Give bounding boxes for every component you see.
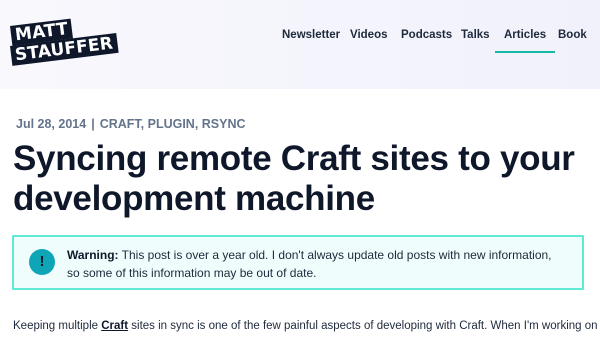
exclamation-icon: ! bbox=[29, 249, 55, 275]
post-meta: Jul 28, 2014 | CRAFT, PLUGIN, RSYNC bbox=[16, 117, 246, 131]
nav-item-book[interactable]: Book bbox=[558, 26, 587, 52]
post-title: Syncing remote Craft sites to your devel… bbox=[13, 139, 575, 218]
nav-item-talks[interactable]: Talks bbox=[461, 26, 490, 52]
post-intro: Keeping multiple Craft sites in sync is … bbox=[13, 320, 600, 332]
craft-link[interactable]: Craft bbox=[101, 320, 128, 332]
nav-item-newsletter[interactable]: Newsletter bbox=[282, 26, 340, 52]
intro-text-after: sites in sync is one of the few painful … bbox=[128, 320, 600, 332]
site-header: MATT STAUFFER Newsletter Videos Podcasts… bbox=[0, 0, 600, 89]
warning-callout: ! Warning: This post is over a year old.… bbox=[12, 235, 584, 290]
post-date: Jul 28, 2014 bbox=[16, 117, 87, 131]
warning-message: This post is over a year old. I don't al… bbox=[67, 248, 552, 280]
meta-separator: | bbox=[91, 117, 95, 131]
nav-item-articles[interactable]: Articles bbox=[494, 26, 556, 53]
nav-item-videos[interactable]: Videos bbox=[350, 26, 388, 52]
warning-label: Warning: bbox=[67, 248, 119, 262]
post-tags[interactable]: CRAFT, PLUGIN, RSYNC bbox=[100, 117, 246, 131]
warning-text: Warning: This post is over a year old. I… bbox=[67, 247, 567, 282]
nav-item-podcasts[interactable]: Podcasts bbox=[401, 26, 452, 52]
main-nav: Newsletter Videos Podcasts Talks Article… bbox=[0, 26, 600, 53]
intro-text-before: Keeping multiple bbox=[13, 320, 102, 332]
